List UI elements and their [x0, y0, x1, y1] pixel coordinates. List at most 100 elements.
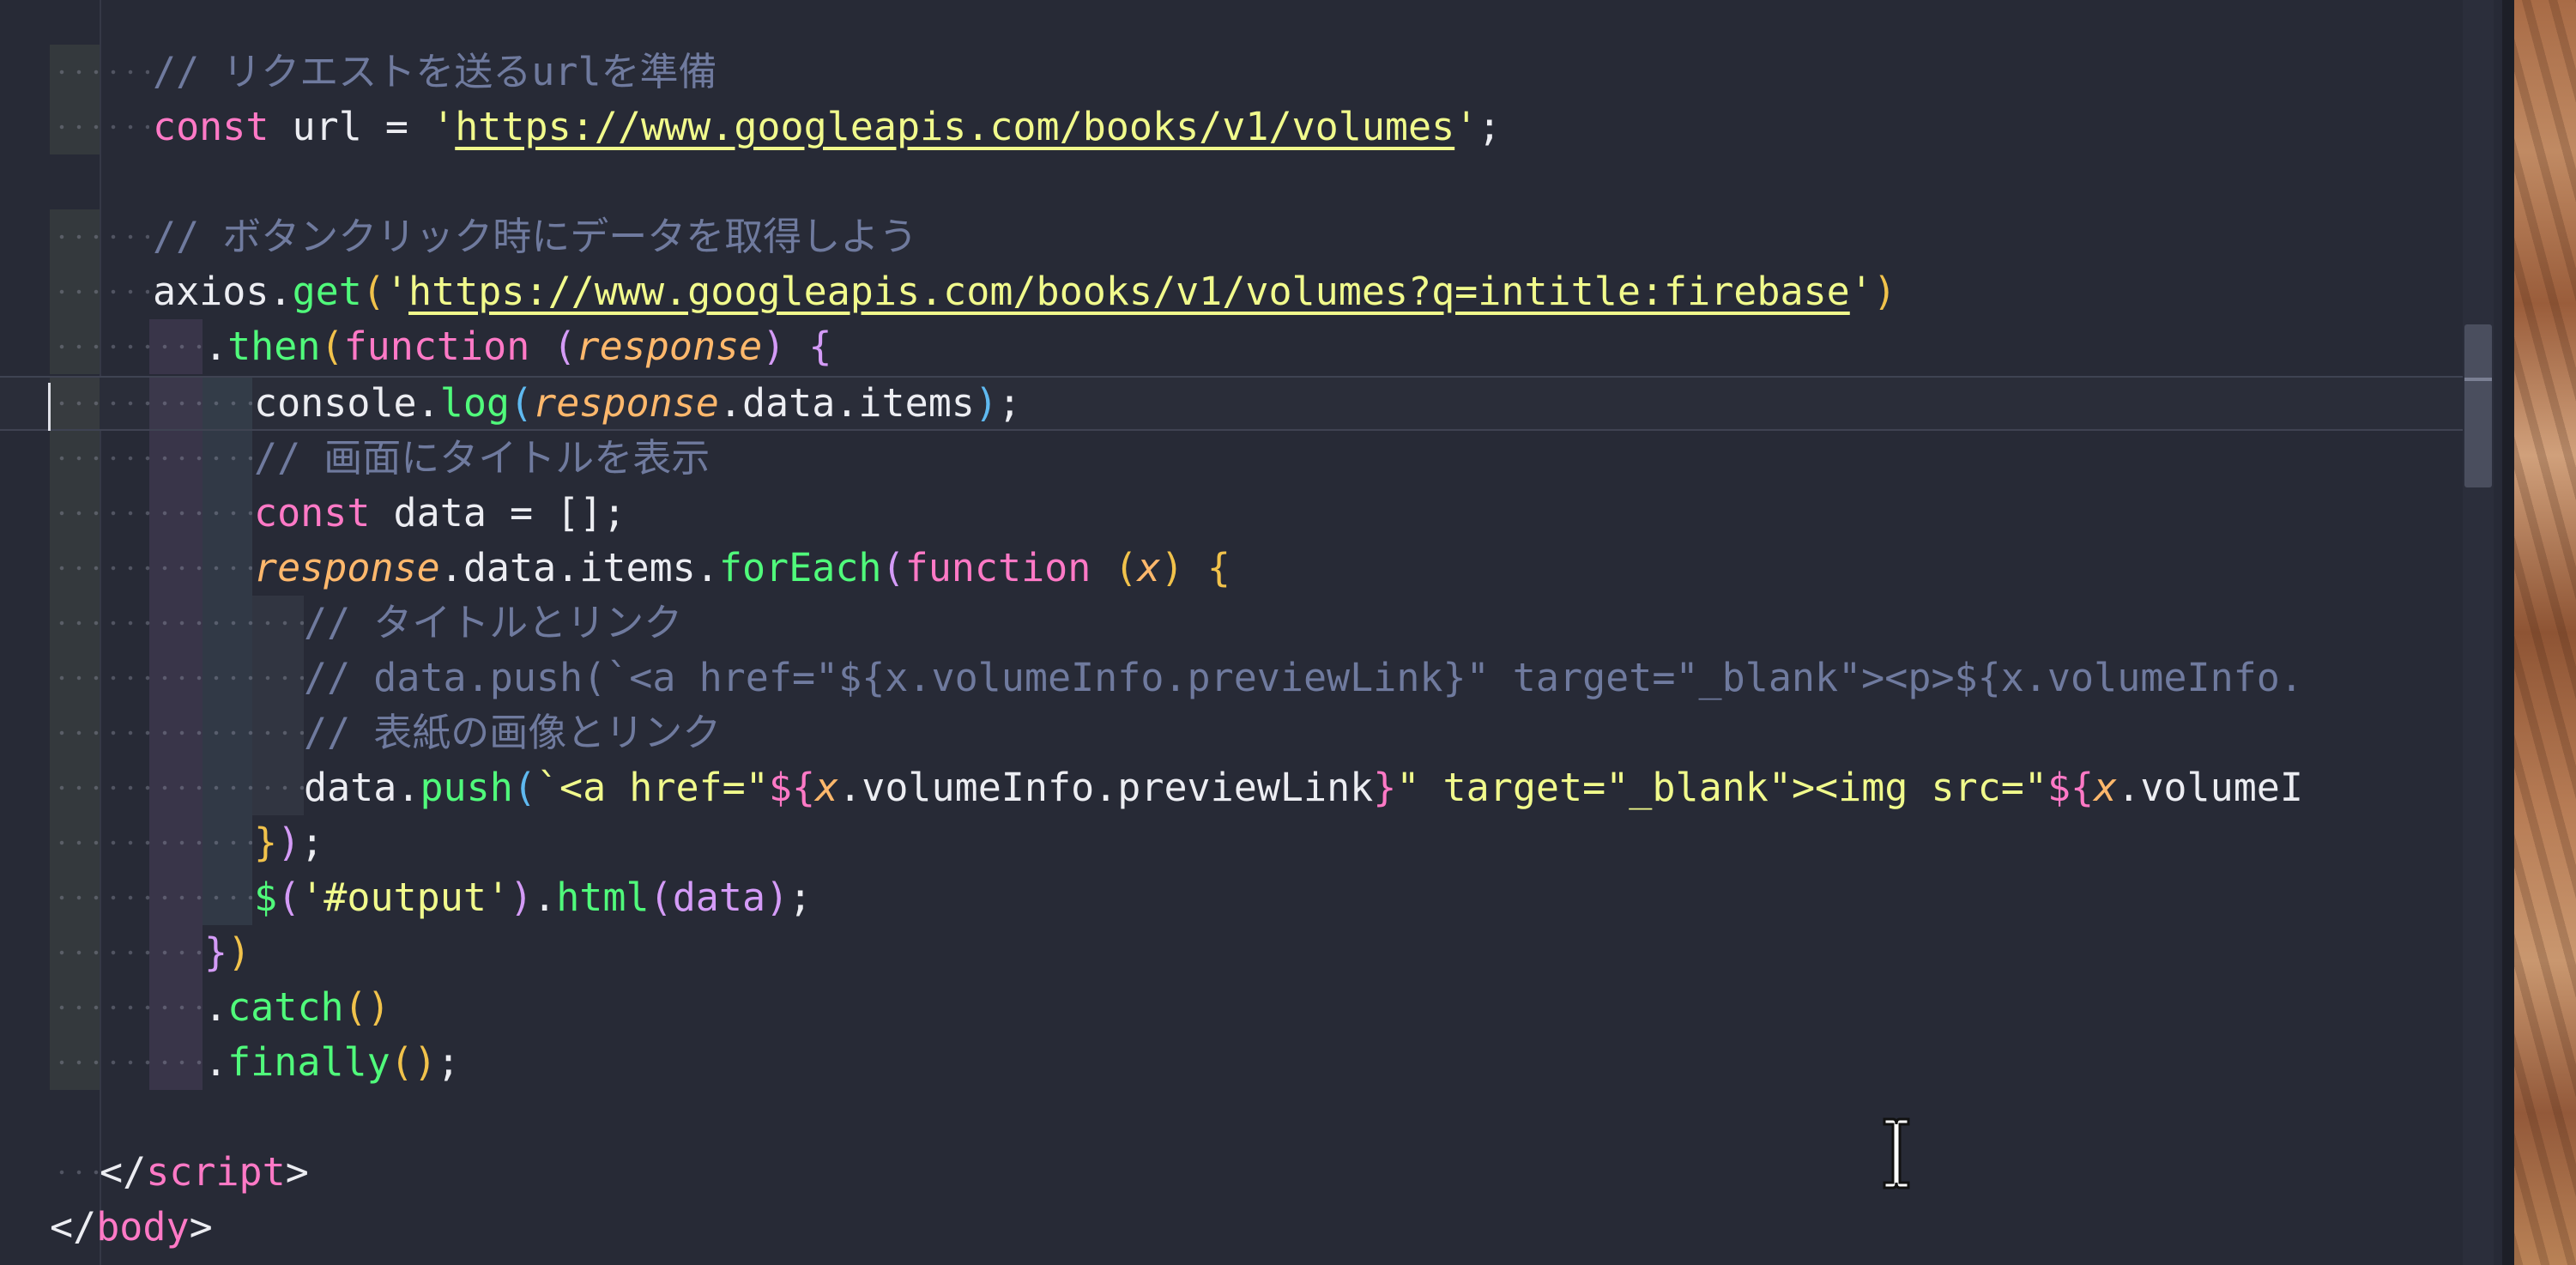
code-lines[interactable]: // リクエストを送るurlを準備 const url = 'https://w…: [0, 0, 2476, 1265]
whitespace-dots: [50, 431, 252, 486]
code-text: .catch(): [204, 980, 390, 1035]
paren: ): [974, 380, 998, 426]
paren: (: [512, 765, 536, 810]
object: console.: [254, 380, 440, 426]
code-line[interactable]: .then(function (response) {: [0, 319, 2476, 374]
identifier: data =: [370, 490, 557, 536]
url-string[interactable]: https://www.googleapis.com/books/v1/volu…: [408, 269, 1850, 314]
method: push: [420, 765, 513, 810]
code-line[interactable]: // リクエストを送るurlを準備: [0, 45, 2476, 100]
method: log: [439, 380, 511, 426]
paren: ): [762, 324, 786, 369]
keyword: function: [904, 545, 1091, 590]
paren: (: [649, 875, 673, 920]
code-line[interactable]: // 画面にタイトルを表示: [0, 431, 2476, 486]
whitespace-dots: [50, 760, 304, 815]
code-line[interactable]: });: [0, 815, 2476, 870]
dot: .: [204, 984, 228, 1030]
code-text: }): [204, 925, 251, 980]
code-text: const url = 'https://www.googleapis.com/…: [153, 100, 1501, 154]
comment: // タイトルとリンク: [304, 600, 683, 645]
whitespace-dots: [50, 209, 149, 264]
paren: (: [277, 875, 301, 920]
code-line-current[interactable]: console.log(response.data.items);: [0, 376, 2476, 431]
whitespace-dots: [50, 45, 149, 100]
code-line[interactable]: $('#output').html(data);: [0, 870, 2476, 925]
method: forEach: [718, 545, 882, 590]
tag-name: body: [96, 1204, 190, 1250]
whitespace-dots: [50, 651, 304, 705]
quote: ': [1454, 104, 1478, 149]
code-text: response.data.items.forEach(function (x)…: [254, 541, 1231, 596]
code-line[interactable]: response.data.items.forEach(function (x)…: [0, 541, 2476, 596]
brace: }: [254, 820, 278, 865]
comment: // data.push(`<a href="${x.volumeInfo.pr…: [304, 655, 2303, 700]
parameter: response: [533, 380, 719, 426]
whitespace-dots: [50, 1035, 203, 1090]
quote: ': [1849, 269, 1873, 314]
identifier: url =: [269, 104, 432, 149]
text-caret: [48, 383, 51, 431]
paren: (: [1114, 545, 1138, 590]
code-line[interactable]: .catch(): [0, 980, 2476, 1035]
parameter: x: [815, 765, 839, 810]
paren: ): [277, 820, 301, 865]
code-editor[interactable]: // リクエストを送るurlを準備 const url = 'https://w…: [0, 0, 2514, 1265]
indent-guides: [50, 760, 304, 815]
code-text: console.log(response.data.items);: [254, 378, 1021, 429]
property-chain: .volumeInfo.previewLink: [838, 765, 1374, 810]
code-line[interactable]: // data.push(`<a href="${x.volumeInfo.pr…: [0, 651, 2476, 705]
window-divider: [2502, 0, 2514, 1265]
paren: ): [1872, 269, 1896, 314]
vertical-scrollbar[interactable]: [2463, 0, 2494, 1265]
method: then: [227, 324, 321, 369]
code-line[interactable]: </body>: [0, 1200, 2476, 1255]
indent-guides: [50, 596, 304, 651]
paren: (: [553, 324, 577, 369]
dot: .: [204, 1039, 228, 1085]
scrollbar-cursor-marker: [2464, 378, 2492, 381]
code-line[interactable]: data.push(`<a href="${x.volumeInfo.previ…: [0, 760, 2476, 815]
paren: (: [361, 269, 385, 314]
url-string[interactable]: https://www.googleapis.com/books/v1/volu…: [455, 104, 1454, 149]
parens: (): [390, 1039, 437, 1085]
quote: ': [432, 104, 456, 149]
indent-guides: [50, 378, 252, 429]
dot: .: [204, 324, 228, 369]
quote: ': [384, 269, 409, 314]
code-line[interactable]: </script>: [0, 1145, 2476, 1200]
whitespace-dots: [50, 264, 149, 319]
code-line[interactable]: axios.get('https://www.googleapis.com/bo…: [0, 264, 2476, 319]
code-text: </script>: [100, 1145, 309, 1200]
paren: ): [765, 875, 789, 920]
paren: (: [510, 380, 534, 426]
code-line[interactable]: // 表紙の画像とリンク: [0, 705, 2476, 760]
indent-guides: [50, 815, 252, 870]
whitespace-dots: [50, 596, 304, 651]
scrollbar-thumb[interactable]: [2464, 324, 2492, 487]
whitespace-dots: [50, 815, 252, 870]
whitespace-dots: [50, 980, 203, 1035]
code-line[interactable]: // ボタンクリック時にデータを取得しよう: [0, 209, 2476, 264]
comment: // ボタンクリック時にデータを取得しよう: [153, 214, 918, 259]
function: $: [254, 875, 278, 920]
whitespace-dots: [50, 486, 252, 541]
tag-open: </: [100, 1149, 147, 1195]
paren: ): [1160, 545, 1184, 590]
template-string: " target="_blank"><img src=": [1396, 765, 2047, 810]
template-interp: }: [1373, 765, 1397, 810]
code-line[interactable]: const data = [];: [0, 486, 2476, 541]
code-line[interactable]: const url = 'https://www.googleapis.com/…: [0, 100, 2476, 154]
identifier: data: [672, 875, 766, 920]
brace: {: [785, 324, 832, 369]
keyword: const: [153, 104, 269, 149]
paren: (: [320, 324, 344, 369]
code-text: </body>: [50, 1200, 213, 1255]
whitespace-dots: [50, 1145, 100, 1200]
code-line[interactable]: }): [0, 925, 2476, 980]
parameter: response: [576, 324, 763, 369]
code-line[interactable]: .finally();: [0, 1035, 2476, 1090]
code-text: axios.get('https://www.googleapis.com/bo…: [153, 264, 1896, 319]
code-line[interactable]: // タイトルとリンク: [0, 596, 2476, 651]
keyword: const: [254, 490, 371, 536]
